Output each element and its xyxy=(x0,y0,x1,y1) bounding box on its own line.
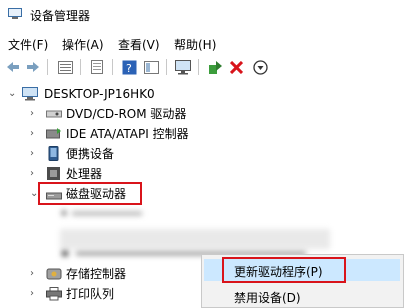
tree-item-label: 存储控制器 xyxy=(66,267,127,281)
portable-device-icon xyxy=(46,146,62,161)
menu-bar: 文件(F) 操作(A) 查看(V) 帮助(H) xyxy=(0,30,404,54)
redacted-disk-entry xyxy=(62,209,142,217)
storage-controller-icon xyxy=(46,267,62,281)
tree-item-ide[interactable]: › IDE ATA/ATAPI 控制器 xyxy=(0,124,404,144)
svg-text:?: ? xyxy=(126,62,132,75)
ide-controller-icon xyxy=(46,127,62,141)
menu-view[interactable]: 查看(V) xyxy=(118,36,160,53)
menu-file[interactable]: 文件(F) xyxy=(8,36,48,53)
toolbar: ? xyxy=(0,55,404,79)
collapse-icon[interactable]: ⌄ xyxy=(8,84,16,104)
expand-icon[interactable]: › xyxy=(30,164,34,184)
device-manager-icon xyxy=(8,8,22,19)
tree-item-processor[interactable]: › 处理器 xyxy=(0,164,404,184)
tree-item-label: DVD/CD-ROM 驱动器 xyxy=(66,107,187,121)
highlight-box-disk xyxy=(38,182,142,205)
root-label: DESKTOP-JP16HK0 xyxy=(44,87,155,101)
tree-item-label: 打印队列 xyxy=(66,287,115,301)
computer-icon xyxy=(22,87,38,101)
disable-device-menu-item[interactable]: 禁用设备(D) xyxy=(234,289,301,306)
menu-help[interactable]: 帮助(H) xyxy=(174,36,216,53)
tree-root[interactable]: ⌄ DESKTOP-JP16HK0 xyxy=(0,84,404,104)
tree-item-dvd[interactable]: › DVD/CD-ROM 驱动器 xyxy=(0,104,404,124)
expand-icon[interactable]: › xyxy=(30,104,34,124)
title-bar: 设备管理器 xyxy=(0,0,404,30)
properties-icon[interactable] xyxy=(56,58,74,76)
redacted-disk-entry-2 xyxy=(60,229,330,249)
expand-icon[interactable]: › xyxy=(30,124,34,144)
dvd-drive-icon xyxy=(46,107,62,121)
processor-icon xyxy=(46,166,62,180)
view-icon[interactable] xyxy=(142,58,160,76)
printer-icon xyxy=(46,287,62,301)
window-title: 设备管理器 xyxy=(30,9,91,23)
forward-arrow-icon[interactable] xyxy=(24,58,42,76)
highlight-box-update xyxy=(222,257,346,283)
tree-item-label: 处理器 xyxy=(66,167,103,181)
tree-item-label: IDE ATA/ATAPI 控制器 xyxy=(66,127,189,141)
list-icon[interactable] xyxy=(88,58,106,76)
expand-icon[interactable]: › xyxy=(30,264,34,284)
expand-icon[interactable]: › xyxy=(30,144,34,164)
help-icon[interactable]: ? xyxy=(120,58,138,76)
monitor-icon[interactable] xyxy=(174,58,192,76)
download-icon[interactable] xyxy=(251,58,269,76)
uninstall-icon[interactable] xyxy=(227,58,245,76)
tree-item-label: 便携设备 xyxy=(66,147,115,161)
tree-item-portable[interactable]: › 便携设备 xyxy=(0,144,404,164)
back-arrow-icon[interactable] xyxy=(4,58,22,76)
update-driver-icon[interactable] xyxy=(206,58,224,76)
menu-action[interactable]: 操作(A) xyxy=(62,36,104,53)
expand-icon[interactable]: › xyxy=(30,284,34,304)
